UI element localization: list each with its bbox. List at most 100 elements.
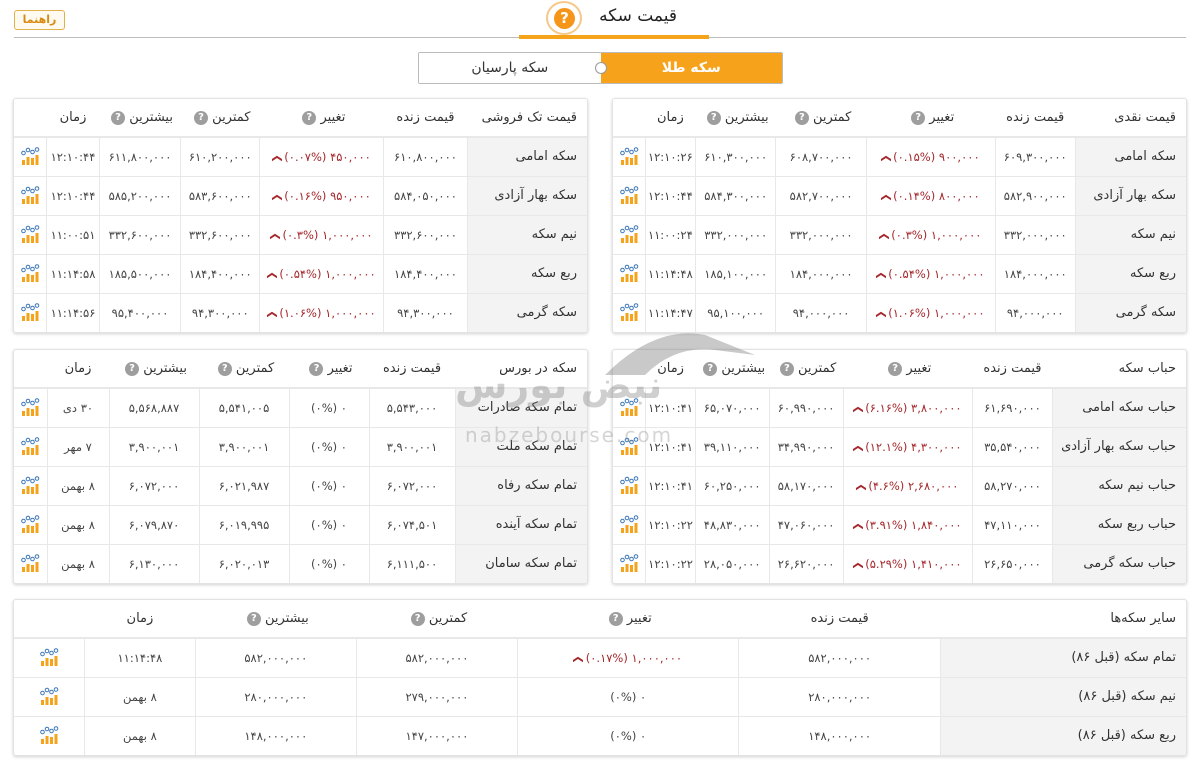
change-text: ۲,۶۸۰,۰۰۰ (۴.۶%) [868, 478, 959, 493]
min-price: ۶۱۰,۲۰۰,۰۰۰ [180, 137, 260, 176]
update-time: ۱۱:۱۴:۴۸ [84, 638, 196, 677]
max-price: ۱۸۵,۱۰۰,۰۰۰ [694, 253, 776, 293]
question-icon[interactable]: ? [703, 361, 718, 376]
chart-button[interactable] [613, 292, 646, 332]
chart-icon[interactable] [619, 302, 639, 321]
help-button[interactable]: راهنما [14, 10, 65, 30]
chart-button[interactable] [613, 214, 646, 254]
chart-icon[interactable] [20, 302, 40, 321]
chart-icon[interactable] [619, 553, 639, 572]
coin-type-toggle[interactable]: سکه طلا سکه پارسیان [418, 52, 783, 84]
col-time: زمان [645, 350, 696, 389]
toggle-gold-coin[interactable]: سکه طلا [600, 53, 782, 83]
table-row: نیم سکه ۳۳۲,۰۰۰,۰۰۰ ۱,۰۰۰,۰۰۰ (۰.۳%)❮ ۳۳۲,۰… [613, 214, 1186, 254]
coin-name: تمام سکه (قبل ۸۶) [939, 638, 1186, 677]
coin-name: ربع سکه [1074, 253, 1186, 293]
question-icon[interactable]: ? [706, 110, 721, 125]
chart-icon[interactable] [20, 475, 40, 494]
chart-icon[interactable] [20, 185, 40, 204]
chart-icon[interactable] [619, 397, 639, 416]
chart-button[interactable] [14, 137, 47, 176]
chart-button[interactable] [613, 137, 645, 176]
chevron-down-icon: ❮ [271, 192, 283, 202]
chart-icon[interactable] [619, 475, 639, 494]
update-time: ۱۲:۱۰:۴۱ [645, 426, 696, 466]
chart-icon[interactable] [39, 647, 59, 666]
table-row: سکه امامی ۶۱۰,۸۰۰,۰۰۰ ۴۵۰,۰۰۰ (۰.۰۷%)❮ ۶۱۰,… [14, 137, 587, 176]
live-price: ۲۶,۶۵۰,۰۰۰ [971, 543, 1053, 583]
question-icon[interactable]: ? [111, 110, 126, 125]
chart-button[interactable] [613, 388, 646, 427]
chart-button[interactable] [14, 676, 85, 716]
chart-button[interactable] [14, 715, 85, 755]
max-price: ۱۸۵,۵۰۰,۰۰۰ [98, 253, 181, 293]
question-icon[interactable]: ? [217, 361, 232, 376]
min-price: ۶۰,۹۹۰,۰۰۰ [768, 388, 844, 427]
chart-icon[interactable] [20, 224, 40, 243]
max-price: ۲۸۰,۰۰۰,۰۰۰ [194, 676, 357, 716]
change-value: ۰ (۰%) [516, 715, 739, 755]
chart-icon[interactable] [619, 514, 639, 533]
page-title-block: ? قیمت سکه [519, 0, 709, 40]
update-time: ۷ مهر [46, 426, 109, 466]
chart-icon[interactable] [39, 686, 59, 705]
update-time: ۱۲:۱۰:۲۶ [644, 137, 696, 176]
change-value: ۹۰۰,۰۰۰ (۰.۱۵%)❮ [865, 137, 996, 176]
chart-icon[interactable] [20, 146, 40, 165]
chart-button[interactable] [14, 426, 47, 466]
max-price: ۶۱۰,۳۰۰,۰۰۰ [694, 137, 776, 176]
chart-button[interactable] [14, 175, 47, 215]
question-icon[interactable]: ? [410, 611, 425, 626]
question-icon[interactable]: ? [302, 110, 317, 125]
chart-button[interactable] [613, 504, 646, 544]
question-icon[interactable]: ? [309, 361, 324, 376]
max-price: ۶۰,۲۵۰,۰۰۰ [694, 465, 770, 505]
chart-button[interactable] [613, 543, 646, 583]
question-icon[interactable]: ? [911, 110, 926, 125]
chart-button[interactable] [14, 543, 47, 583]
coin-name: حباب سکه امامی [1052, 388, 1186, 427]
chart-icon[interactable] [619, 436, 639, 455]
chart-button[interactable] [613, 465, 646, 505]
chart-icon[interactable] [619, 146, 639, 165]
change-value: ۱,۰۰۰,۰۰۰ (۰.۳%)❮ [865, 214, 996, 254]
chart-icon[interactable] [20, 514, 40, 533]
chart-button[interactable] [14, 388, 47, 427]
chart-icon[interactable] [619, 224, 639, 243]
chart-button[interactable] [14, 638, 85, 677]
chart-button[interactable] [14, 214, 47, 254]
question-icon[interactable]: ? [888, 361, 903, 376]
chart-button[interactable] [14, 504, 47, 544]
chart-icon[interactable] [20, 397, 40, 416]
toggle-parsian-coin[interactable]: سکه پارسیان [419, 53, 607, 83]
coin-name: نیم سکه [466, 214, 587, 254]
col-max-label: بیشترین [721, 361, 766, 376]
question-icon[interactable]: ? [194, 110, 209, 125]
chart-icon[interactable] [20, 553, 40, 572]
chart-button[interactable] [14, 292, 47, 332]
chart-button[interactable] [613, 426, 646, 466]
toggle-knob[interactable] [594, 62, 607, 74]
table-row: ربع سکه ۱۸۴,۴۰۰,۰۰۰ ۱,۰۰۰,۰۰۰ (۰.۵۴%)❮ ۱۸۴,… [14, 253, 587, 293]
question-icon[interactable]: ? [608, 611, 623, 626]
max-price: ۳۳۲,۶۰۰,۰۰۰ [98, 214, 181, 254]
question-icon[interactable]: ? [246, 611, 261, 626]
question-icon[interactable]: ? [779, 361, 794, 376]
max-price: ۱۴۸,۰۰۰,۰۰۰ [194, 715, 357, 755]
chart-button[interactable] [14, 465, 47, 505]
question-icon[interactable]: ? [794, 110, 809, 125]
chart-icon[interactable] [619, 185, 639, 204]
chart-button[interactable] [613, 175, 646, 215]
chart-button[interactable] [14, 253, 47, 293]
change-value: ۲,۶۸۰,۰۰۰ (۴.۶%)❮ [842, 465, 973, 505]
chart-icon[interactable] [39, 725, 59, 744]
col-max-label: بیشترین [143, 361, 187, 376]
chart-icon[interactable] [619, 263, 639, 282]
question-icon[interactable]: ? [546, 1, 582, 35]
question-icon[interactable]: ? [125, 361, 140, 376]
chart-button[interactable] [613, 253, 646, 293]
change-value: ۱,۰۰۰,۰۰۰ (۰.۵۴%)❮ [865, 253, 996, 293]
chart-icon[interactable] [20, 436, 40, 455]
chart-icon[interactable] [20, 263, 40, 282]
col-max-label: بیشترین [129, 110, 173, 125]
